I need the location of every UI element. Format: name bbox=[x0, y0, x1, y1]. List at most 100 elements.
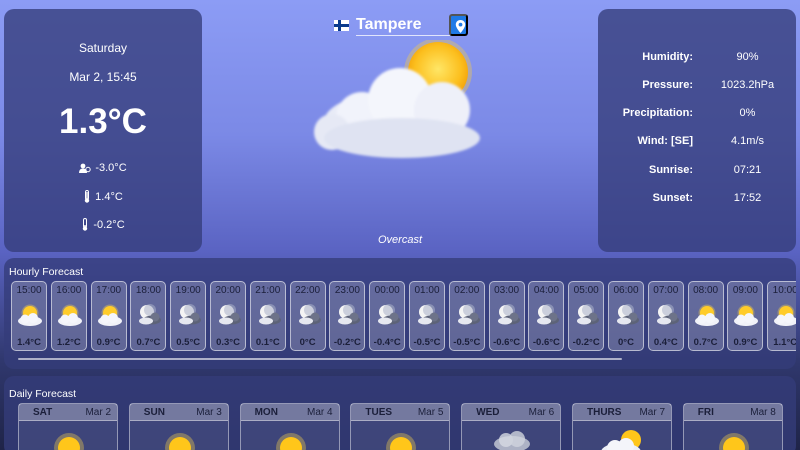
hour-card: 03:00 -0.6°C bbox=[488, 281, 525, 351]
sun-icon bbox=[45, 426, 93, 450]
daily-forecast-title: Daily Forecast bbox=[9, 388, 77, 400]
hour-temp: -0.5°C bbox=[453, 337, 481, 348]
hour-card: 18:00 0.7°C bbox=[130, 281, 167, 351]
low-temp-row: -0.2°C bbox=[4, 218, 202, 231]
detail-value: 4.1m/s bbox=[730, 135, 764, 147]
hour-temp: -0.6°C bbox=[532, 337, 560, 348]
hour-card: 16:00 1.2°C bbox=[50, 281, 87, 351]
hour-time: 09:00 bbox=[732, 285, 758, 296]
moon-cloud-icon bbox=[175, 302, 203, 328]
hour-temp: 0.1°C bbox=[255, 337, 280, 348]
day-card-header: MON Mar 4 bbox=[240, 404, 339, 421]
moon-cloud-icon bbox=[255, 302, 283, 328]
day-card[interactable]: WED Mar 6 bbox=[461, 403, 562, 450]
detail-value: 0% bbox=[739, 107, 756, 119]
hour-card: 08:00 0.7°C bbox=[687, 281, 724, 351]
daily-forecast-panel: Daily Forecast SAT Mar 2 SUN Mar 3 MON Mar 4 T… bbox=[4, 376, 796, 450]
location-bar bbox=[333, 14, 468, 36]
day-card-header: SAT Mar 2 bbox=[19, 404, 117, 421]
hour-card: 21:00 0.1°C bbox=[249, 281, 286, 351]
hour-temp: 1.2°C bbox=[56, 337, 81, 348]
hour-time: 07:00 bbox=[653, 285, 679, 296]
hour-time: 18:00 bbox=[135, 285, 161, 296]
sun-cloud-icon bbox=[772, 302, 796, 328]
day-card[interactable]: TUES Mar 5 bbox=[350, 403, 451, 450]
sun-icon bbox=[377, 426, 425, 450]
high-temp-row: 1.4°C bbox=[4, 190, 202, 203]
sun-icon bbox=[267, 426, 315, 450]
day-card-date: Mar 7 bbox=[639, 407, 665, 418]
condition-text: Overcast bbox=[377, 234, 422, 246]
detail-value: 1023.2hPa bbox=[720, 79, 775, 91]
hour-time: 01:00 bbox=[414, 285, 440, 296]
detail-pressure: Pressure: 1023.2hPa bbox=[598, 79, 796, 93]
day-card-header: THURS Mar 7 bbox=[573, 404, 671, 421]
day-card-date: Mar 2 bbox=[85, 407, 111, 418]
day-card[interactable]: SUN Mar 3 bbox=[128, 403, 229, 450]
hourly-forecast-title: Hourly Forecast bbox=[9, 266, 84, 278]
day-card-date: Mar 5 bbox=[417, 407, 444, 418]
hour-time: 06:00 bbox=[613, 285, 639, 296]
detail-label: Pressure: bbox=[642, 79, 693, 91]
moon-cloud-icon bbox=[494, 302, 522, 328]
hour-time: 10:00 bbox=[772, 285, 796, 296]
hour-temp: 0.9°C bbox=[733, 337, 758, 348]
sun-cloud-icon bbox=[693, 302, 721, 328]
day-card-date: Mar 6 bbox=[528, 407, 555, 418]
day-card-name: MON bbox=[254, 407, 278, 418]
current-day: Saturday bbox=[78, 41, 128, 55]
day-card[interactable]: FRI Mar 8 bbox=[682, 403, 783, 450]
hour-card: 23:00 -0.2°C bbox=[329, 281, 366, 351]
moon-cloud-icon bbox=[374, 302, 402, 328]
hour-card: 20:00 0.3°C bbox=[210, 281, 246, 351]
day-card-name: TUES bbox=[365, 407, 393, 418]
hour-temp: 0.7°C bbox=[136, 337, 161, 348]
fog-icon bbox=[488, 426, 536, 450]
day-card-header: WED Mar 6 bbox=[462, 404, 561, 421]
hour-temp: 1.1°C bbox=[773, 337, 796, 348]
hourly-scrollbar[interactable] bbox=[18, 358, 622, 360]
sun-cloud-icon bbox=[732, 302, 760, 328]
sun-cloud-icon bbox=[16, 302, 44, 328]
moon-cloud-icon bbox=[135, 302, 163, 328]
hour-time: 21:00 bbox=[255, 285, 281, 296]
day-card[interactable]: THURS Mar 7 bbox=[572, 403, 672, 450]
hour-card: 04:00 -0.6°C bbox=[528, 281, 565, 351]
hour-time: 15:00 bbox=[16, 285, 42, 296]
day-card-name: FRI bbox=[697, 407, 714, 418]
hour-card: 07:00 0.4°C bbox=[647, 281, 684, 351]
hour-temp: 0.5°C bbox=[176, 337, 201, 348]
day-card-name: SUN bbox=[143, 407, 165, 418]
feels-like-icon bbox=[79, 163, 92, 174]
day-card[interactable]: SAT Mar 2 bbox=[18, 403, 118, 450]
moon-cloud-icon bbox=[414, 302, 442, 328]
high-temp-value: 1.4°C bbox=[95, 190, 123, 203]
moon-cloud-icon bbox=[613, 302, 641, 328]
hour-time: 05:00 bbox=[573, 285, 599, 296]
hour-temp: -0.4°C bbox=[373, 337, 401, 348]
sun-cloud-icon bbox=[96, 302, 124, 328]
feels-like-row: -3.0°C bbox=[4, 162, 202, 174]
city-input[interactable] bbox=[356, 14, 452, 36]
day-card-name: SAT bbox=[33, 407, 53, 418]
hour-temp: 0.3°C bbox=[216, 337, 240, 348]
detail-humidity: Humidity: 90% bbox=[598, 51, 796, 65]
day-card[interactable]: MON Mar 4 bbox=[239, 403, 340, 450]
hour-time: 17:00 bbox=[96, 285, 122, 296]
hour-card: 00:00 -0.4°C bbox=[369, 281, 406, 351]
hour-card: 09:00 0.9°C bbox=[727, 281, 764, 351]
detail-sunset: Sunset: 17:52 bbox=[598, 192, 796, 206]
detail-precipitation: Precipitation: 0% bbox=[598, 107, 796, 121]
hour-card: 02:00 -0.5°C bbox=[448, 281, 485, 351]
sun-behind-cloud-icon bbox=[599, 426, 647, 450]
hour-card: 19:00 0.5°C bbox=[170, 281, 207, 351]
hour-time: 23:00 bbox=[334, 285, 360, 296]
day-card-header: FRI Mar 8 bbox=[683, 404, 782, 421]
detail-value: 07:21 bbox=[733, 164, 762, 176]
hourly-forecast-strip[interactable]: 15:00 1.4°C 16:00 1.2°C 17:00 0.9°C 18:00 0.7°C… bbox=[11, 281, 796, 351]
location-pin-button[interactable] bbox=[449, 14, 468, 36]
hour-time: 16:00 bbox=[56, 285, 82, 296]
day-card-date: Mar 4 bbox=[307, 407, 333, 418]
detail-label: Wind: [SE] bbox=[637, 135, 694, 147]
hour-time: 22:00 bbox=[295, 285, 321, 296]
